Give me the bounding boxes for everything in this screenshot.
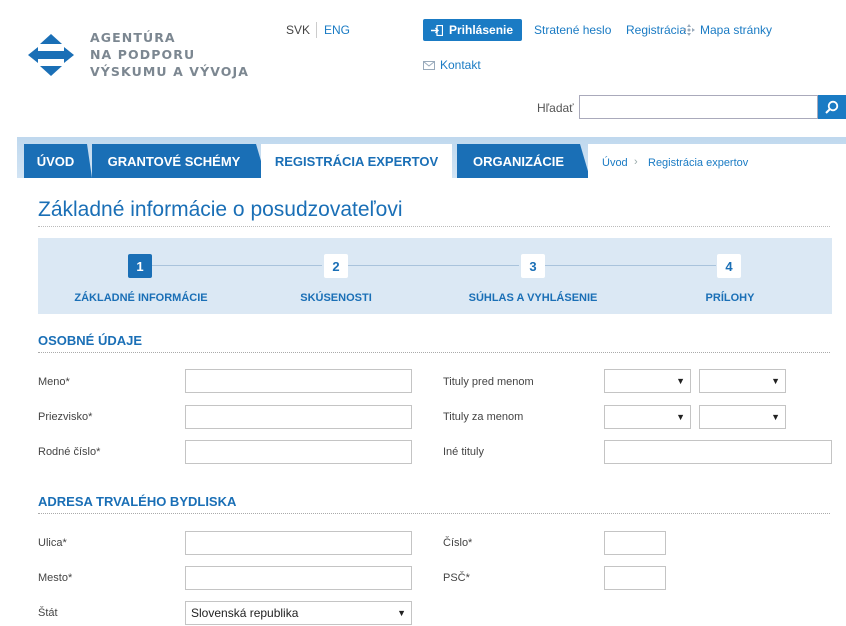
- tituly-pred-label: Tituly pred menom: [443, 376, 534, 388]
- step-2-number[interactable]: 2: [324, 254, 348, 278]
- tituly-pred-select-2[interactable]: ▼: [699, 369, 786, 393]
- ine-tituly-label: Iné tituly: [443, 446, 484, 458]
- step-connector: [348, 265, 519, 266]
- step-1-label[interactable]: ZÁKLADNÉ INFORMÁCIE: [60, 292, 222, 304]
- agency-name: AGENTÚRA NA PODPORU VÝSKUMU A VÝVOJA: [90, 29, 249, 80]
- step-3-label[interactable]: SÚHLAS A VYHLÁSENIE: [453, 292, 613, 304]
- rodne-cislo-label: Rodné číslo*: [38, 446, 101, 458]
- forgot-password-link[interactable]: Stratené heslo: [534, 23, 611, 37]
- lang-eng-link[interactable]: ENG: [324, 23, 350, 37]
- login-button[interactable]: Prihlásenie: [423, 19, 522, 41]
- step-connector: [152, 265, 322, 266]
- tab-grantove-schemy[interactable]: GRANTOVÉ SCHÉMY: [92, 144, 266, 178]
- agency-name-line: VÝSKUMU A VÝVOJA: [90, 64, 250, 79]
- sitemap-icon: [683, 24, 695, 36]
- meno-label: Meno*: [38, 376, 70, 388]
- tituly-za-select-2[interactable]: ▼: [699, 405, 786, 429]
- search-button[interactable]: [818, 95, 846, 119]
- tituly-za-select-1[interactable]: ▼: [604, 405, 691, 429]
- section-divider: [38, 513, 830, 514]
- priezvisko-label: Priezvisko*: [38, 411, 93, 423]
- title-divider: [38, 226, 830, 227]
- dropdown-arrow-icon: ▼: [771, 376, 780, 386]
- mesto-label: Mesto*: [38, 572, 73, 584]
- tab-organizacie[interactable]: ORGANIZÁCIE: [457, 144, 590, 178]
- login-icon: [431, 24, 443, 36]
- registration-link[interactable]: Registrácia: [626, 23, 686, 37]
- search-label: Hľadať: [537, 101, 574, 115]
- login-label: Prihlásenie: [449, 23, 514, 37]
- breadcrumb-uvod[interactable]: Úvod: [602, 157, 628, 169]
- sitemap-label: Mapa stránky: [700, 23, 773, 37]
- ine-tituly-input[interactable]: [604, 440, 832, 464]
- agency-name-line: AGENTÚRA: [90, 30, 176, 45]
- step-4-number[interactable]: 4: [717, 254, 741, 278]
- dropdown-arrow-icon: ▼: [676, 376, 685, 386]
- contact-link[interactable]: Kontakt: [423, 58, 481, 72]
- psc-input[interactable]: [604, 566, 666, 590]
- tituly-za-label: Tituly za menom: [443, 411, 524, 423]
- contact-label: Kontakt: [440, 58, 481, 72]
- breadcrumb-registracia-expertov[interactable]: Registrácia expertov: [648, 157, 748, 169]
- agency-name-line: NA PODPORU: [90, 47, 196, 62]
- meno-input[interactable]: [185, 369, 412, 393]
- stat-label: Štát: [38, 607, 58, 619]
- section-title-personal: OSOBNÉ ÚDAJE: [38, 333, 143, 348]
- step-4-label[interactable]: PRÍLOHY: [680, 292, 780, 304]
- section-title-address: ADRESA TRVALÉHO BYDLISKA: [38, 494, 237, 509]
- rodne-cislo-input[interactable]: [185, 440, 412, 464]
- tituly-pred-select-1[interactable]: ▼: [604, 369, 691, 393]
- dropdown-arrow-icon: ▼: [397, 608, 406, 618]
- page-title: Základné informácie o posudzovateľovi: [38, 198, 403, 221]
- cislo-input[interactable]: [604, 531, 666, 555]
- step-1-number[interactable]: 1: [128, 254, 152, 278]
- tab-registracia-expertov[interactable]: REGISTRÁCIA EXPERTOV: [261, 144, 452, 178]
- stat-select-value: Slovenská republika: [191, 606, 299, 620]
- section-divider: [38, 352, 830, 353]
- search-icon: [825, 100, 839, 114]
- cislo-label: Číslo*: [443, 537, 473, 549]
- ulica-label: Ulica*: [38, 537, 67, 549]
- priezvisko-input[interactable]: [185, 405, 412, 429]
- search-input[interactable]: [579, 95, 818, 119]
- dropdown-arrow-icon: ▼: [771, 412, 780, 422]
- step-3-number[interactable]: 3: [521, 254, 545, 278]
- step-connector: [545, 265, 716, 266]
- sitemap-link[interactable]: Mapa stránky: [683, 23, 772, 37]
- tab-uvod[interactable]: ÚVOD: [24, 144, 92, 178]
- step-2-label[interactable]: SKÚSENOSTI: [276, 292, 396, 304]
- ulica-input[interactable]: [185, 531, 412, 555]
- agency-logo-icon[interactable]: [26, 30, 76, 80]
- breadcrumb-separator: ›: [634, 156, 638, 168]
- psc-label: PSČ*: [443, 572, 470, 584]
- lang-separator: [316, 22, 317, 38]
- mesto-input[interactable]: [185, 566, 412, 590]
- stat-select[interactable]: Slovenská republika ▼: [185, 601, 412, 625]
- dropdown-arrow-icon: ▼: [676, 412, 685, 422]
- lang-svk-link[interactable]: SVK: [286, 23, 310, 37]
- envelope-icon: [423, 60, 435, 70]
